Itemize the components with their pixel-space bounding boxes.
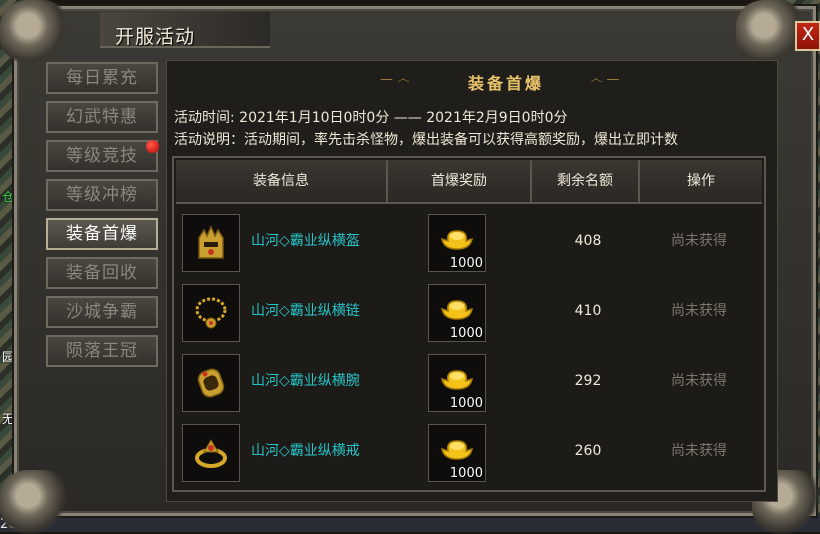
table-row: 山河◇霸业纵横戒 1000 260 尚未获得 xyxy=(178,418,760,484)
background-label-1: 仓 xyxy=(2,190,15,204)
header-remaining-slots: 剩余名额 xyxy=(532,160,640,202)
window-title: 开服活动 xyxy=(115,26,196,48)
header-first-drop-reward: 首爆奖励 xyxy=(388,160,532,202)
reward-quantity: 1000 xyxy=(449,256,483,271)
title-ornament-right-icon: ෴ — xyxy=(590,72,620,87)
dragon-ornament-top-left-icon xyxy=(0,0,70,64)
remaining-count: 410 xyxy=(574,303,602,319)
sidebar-item-fallen-crown[interactable]: 陨落王冠 xyxy=(46,335,158,367)
sidebar-item-castle-war[interactable]: 沙城争霸 xyxy=(46,296,158,328)
equipment-slot[interactable] xyxy=(182,214,240,272)
equipment-slot[interactable] xyxy=(182,284,240,342)
remaining-count: 408 xyxy=(574,233,602,249)
status-not-obtained: 尚未获得 xyxy=(671,443,727,459)
table-header: 装备信息 首爆奖励 剩余名额 操作 xyxy=(176,160,762,204)
header-equipment-info: 装备信息 xyxy=(176,160,388,202)
table-row: 山河◇霸业纵横腕 1000 292 尚未获得 xyxy=(178,348,760,414)
reward-slot[interactable]: 1000 xyxy=(428,214,486,272)
status-not-obtained: 尚未获得 xyxy=(671,303,727,319)
bracelet-icon xyxy=(197,368,225,398)
ring-icon xyxy=(195,439,227,468)
notification-dot-icon xyxy=(146,140,159,153)
sidebar-item-level-ranking[interactable]: 等级冲榜 xyxy=(46,179,158,211)
activity-description: 活动说明：活动期间，率先击杀怪物，爆出装备可以获得高额奖励，爆出立即计数 xyxy=(174,132,678,148)
background-label-2: 园 xyxy=(2,350,15,364)
close-button[interactable]: X xyxy=(795,21,820,51)
gold-ingot-icon xyxy=(441,230,473,250)
necklace-icon xyxy=(195,297,227,329)
sidebar-item-level-competition[interactable]: 等级竞技 xyxy=(46,140,158,172)
reward-slot[interactable]: 1000 xyxy=(428,354,486,412)
equipment-name: 山河◇霸业纵横腕 xyxy=(251,373,360,389)
bottom-bar xyxy=(0,514,820,532)
equipment-name: 山河◇霸业纵横链 xyxy=(251,303,360,319)
table-row: 山河◇霸业纵横链 1000 410 尚未获得 xyxy=(178,278,760,344)
remaining-count: 260 xyxy=(574,443,602,459)
equipment-slot[interactable] xyxy=(182,424,240,482)
activity-sidebar: 每日累充 幻武特惠 等级竞技 等级冲榜 装备首爆 装备回收 沙城争霸 陨落王冠 xyxy=(46,62,162,374)
reward-quantity: 1000 xyxy=(449,466,483,481)
sidebar-item-daily-recharge[interactable]: 每日累充 xyxy=(46,62,158,94)
gold-ingot-icon xyxy=(441,370,473,390)
activity-time: 活动时间: 2021年1月10日0时0分 —— 2021年2月9日0时0分 xyxy=(174,110,568,126)
sidebar-item-equipment-first-drop[interactable]: 装备首爆 xyxy=(46,218,158,250)
equipment-name: 山河◇霸业纵横盔 xyxy=(251,233,360,249)
status-not-obtained: 尚未获得 xyxy=(671,373,727,389)
reward-slot[interactable]: 1000 xyxy=(428,424,486,482)
sidebar-item-huanwu-deal[interactable]: 幻武特惠 xyxy=(46,101,158,133)
equipment-name: 山河◇霸业纵横戒 xyxy=(251,443,360,459)
dragon-ornament-bottom-left-icon xyxy=(0,470,70,534)
gold-ingot-icon xyxy=(441,300,473,320)
helmet-icon xyxy=(198,225,224,259)
reward-quantity: 1000 xyxy=(449,326,483,341)
equipment-slot[interactable] xyxy=(182,354,240,412)
header-action: 操作 xyxy=(687,173,715,189)
reward-quantity: 1000 xyxy=(449,396,483,411)
table-row: 山河◇霸业纵横盔 1000 408 尚未获得 xyxy=(178,208,760,274)
status-not-obtained: 尚未获得 xyxy=(671,233,727,249)
gold-ingot-icon xyxy=(441,440,473,460)
reward-slot[interactable]: 1000 xyxy=(428,284,486,342)
remaining-count: 292 xyxy=(574,373,602,389)
first-drop-table: 装备信息 首爆奖励 剩余名额 操作 山河◇霸业纵横盔 1000 408 尚未获得 xyxy=(172,156,766,492)
sidebar-item-equipment-recycle[interactable]: 装备回收 xyxy=(46,257,158,289)
